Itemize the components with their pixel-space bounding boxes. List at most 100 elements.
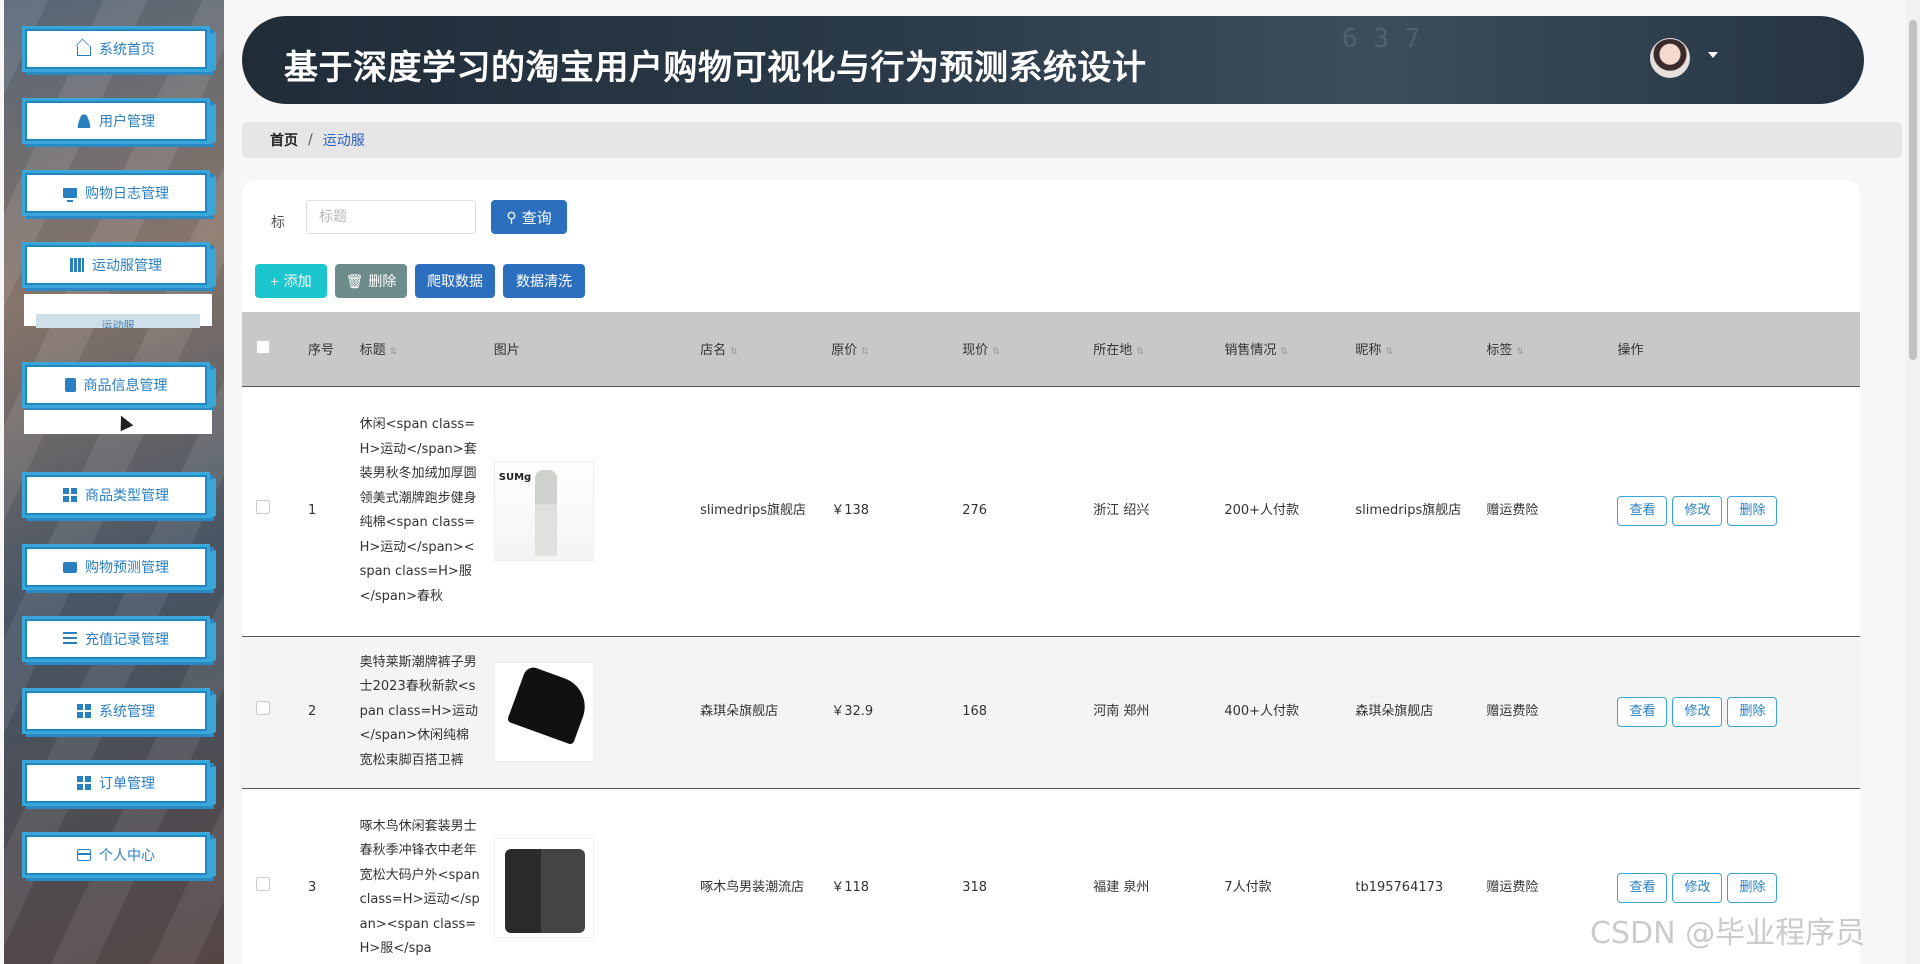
cell-location: 浙江 绍兴 <box>1093 503 1150 518</box>
sidebar-item-profile[interactable]: 个人中心 <box>22 832 210 878</box>
home-icon <box>77 46 91 56</box>
scrollbar-thumb[interactable] <box>1909 20 1917 360</box>
column-header-tag[interactable]: 标签 ⇅ <box>1486 312 1617 386</box>
delete-button[interactable]: 删除 <box>1727 873 1778 904</box>
crawl-data-button[interactable]: 爬取数据 <box>415 264 495 298</box>
product-image[interactable]: SUMg <box>493 461 594 561</box>
sidebar-item-home[interactable]: 系统首页 <box>22 26 210 72</box>
sidebar-item-label: 订单管理 <box>99 776 155 792</box>
app-header: 6 3 7 基于深度学习的淘宝用户购物可视化与行为预测系统设计 <box>242 16 1864 104</box>
view-button[interactable]: 查看 <box>1617 697 1668 727</box>
product-image[interactable] <box>493 662 594 762</box>
cell-shop: 森琪朵旗舰店 <box>700 704 779 719</box>
clean-data-button[interactable]: 数据清洗 <box>503 264 585 298</box>
column-header-price[interactable]: 现价 ⇅ <box>962 312 1093 386</box>
cell-title: 啄木鸟休闲套装男士春秋季冲锋衣中老年宽松大码户外<span class=H>运动… <box>359 818 480 957</box>
sidebar-item-label: 个人中心 <box>99 848 155 864</box>
cell-index: 3 <box>308 880 317 896</box>
edit-button[interactable]: 修改 <box>1672 697 1723 727</box>
sort-icon[interactable]: ⇅ <box>730 347 738 357</box>
row-checkbox[interactable] <box>256 500 270 514</box>
sidebar: 系统首页 用户管理 购物日志管理 运动服管理 运动服 商品信息管理 商品类型管理… <box>4 0 224 964</box>
cell-price: 276 <box>962 503 988 518</box>
select-all-checkbox[interactable] <box>256 339 270 354</box>
column-header-orig-price[interactable]: 原价 ⇅ <box>831 312 962 386</box>
avatar[interactable] <box>1650 38 1690 78</box>
cell-orig-price: ￥138 <box>831 503 870 518</box>
card-icon <box>77 849 91 861</box>
sidebar-item-label: 系统管理 <box>99 704 155 720</box>
cell-nickname: 森琪朵旗舰店 <box>1355 704 1434 719</box>
sidebar-item-shopping-log[interactable]: 购物日志管理 <box>22 170 210 216</box>
breadcrumb-home[interactable]: 首页 <box>270 130 298 150</box>
edit-button[interactable]: 修改 <box>1672 496 1723 526</box>
row-select-cell <box>242 636 308 788</box>
sidebar-item-product-info[interactable]: 商品信息管理 <box>22 362 210 408</box>
delete-button[interactable]: 删除 <box>1727 697 1778 727</box>
cell-tag: 赠运费险 <box>1486 704 1539 719</box>
column-header-sales[interactable]: 销售情况 ⇅ <box>1224 312 1355 386</box>
table-row: 1 休闲<span class=H>运动</span>套装男秋冬加绒加厚圆领美式… <box>242 386 1860 636</box>
row-checkbox[interactable] <box>256 877 270 892</box>
sidebar-item-label: 运动服管理 <box>92 258 162 274</box>
query-button-label: 查询 <box>521 209 552 227</box>
sort-icon[interactable]: ⇅ <box>1280 347 1288 357</box>
header-decoration: 6 3 7 <box>1342 24 1421 54</box>
query-button[interactable]: ⚲ 查询 <box>491 200 567 234</box>
view-button[interactable]: 查看 <box>1617 873 1668 904</box>
sidebar-item-product-type[interactable]: 商品类型管理 <box>22 472 210 518</box>
product-image[interactable] <box>493 838 594 939</box>
sidebar-item-users[interactable]: 用户管理 <box>22 98 210 144</box>
add-button-label: 添加 <box>283 273 312 289</box>
column-header-nickname[interactable]: 昵称 ⇅ <box>1355 312 1486 386</box>
view-button[interactable]: 查看 <box>1617 496 1668 526</box>
add-button[interactable]: + 添加 <box>255 264 327 298</box>
sort-icon[interactable]: ⇅ <box>861 347 869 357</box>
sort-icon[interactable]: ⇅ <box>1516 347 1524 357</box>
cell-image <box>493 636 700 788</box>
sort-icon[interactable]: ⇅ <box>1385 347 1393 357</box>
sidebar-item-orders[interactable]: 订单管理 <box>22 760 210 806</box>
sidebar-item-label: 购物日志管理 <box>85 186 169 202</box>
sidebar-item-system[interactable]: 系统管理 <box>22 688 210 734</box>
submenu-item-sportswear[interactable]: 运动服 <box>36 314 200 328</box>
batch-delete-button[interactable]: 🗑 删除 <box>335 264 407 298</box>
search-input[interactable] <box>306 200 476 234</box>
sidebar-item-label: 商品类型管理 <box>85 488 169 504</box>
row-checkbox[interactable] <box>256 701 270 715</box>
column-header-index: 序号 <box>308 343 335 359</box>
trash-icon: 🗑 <box>345 272 364 289</box>
cell-actions: 查看 修改 删除 <box>1617 386 1860 636</box>
column-header-shop[interactable]: 店名 ⇅ <box>700 312 831 386</box>
cell-index: 2 <box>308 704 317 719</box>
cell-title: 休闲<span class=H>运动</span>套装男秋冬加绒加厚圆领美式潮牌… <box>359 417 477 604</box>
cell-actions: 查看 修改 删除 <box>1617 636 1860 788</box>
page-scrollbar[interactable] <box>1906 0 1920 964</box>
cell-location: 福建 泉州 <box>1093 880 1150 896</box>
sort-icon[interactable]: ⇅ <box>992 347 1000 357</box>
product-image-logo: SUMg <box>498 472 532 483</box>
column-header-title[interactable]: 标题 ⇅ <box>360 312 494 386</box>
sidebar-item-recharge[interactable]: 充值记录管理 <box>22 616 210 662</box>
sort-icon[interactable]: ⇅ <box>1136 347 1144 357</box>
plus-icon: + <box>270 273 279 289</box>
sidebar-item-label: 购物预测管理 <box>85 560 169 576</box>
cell-shop: slimedrips旗舰店 <box>700 503 807 518</box>
sidebar-item-label: 用户管理 <box>99 114 155 130</box>
search-icon: ⚲ <box>506 208 517 225</box>
cell-sales: 200+人付款 <box>1224 503 1300 518</box>
column-header-location[interactable]: 所在地 ⇅ <box>1093 312 1224 386</box>
column-header-actions: 操作 <box>1617 343 1644 359</box>
cell-nickname: tb195764173 <box>1355 880 1444 896</box>
cell-index: 1 <box>308 503 317 518</box>
delete-button[interactable]: 删除 <box>1727 496 1778 526</box>
edit-button[interactable]: 修改 <box>1672 873 1723 904</box>
sort-icon[interactable]: ⇅ <box>390 347 398 357</box>
chevron-down-icon[interactable] <box>1708 52 1718 58</box>
data-table: 序号 标题 ⇅ 图片 店名 ⇅ 原价 ⇅ 现价 ⇅ 所在地 ⇅ 销售情况 ⇅ 昵称 ⇅ 标签 ⇅… <box>242 312 1860 964</box>
cell-orig-price: ￥32.9 <box>831 704 874 719</box>
sidebar-item-sportswear[interactable]: 运动服管理 <box>22 242 210 288</box>
sidebar-item-shopping-prediction[interactable]: 购物预测管理 <box>22 544 210 590</box>
row-select-cell <box>242 386 308 636</box>
watermark: CSDN @毕业程序员 <box>1590 916 1866 951</box>
